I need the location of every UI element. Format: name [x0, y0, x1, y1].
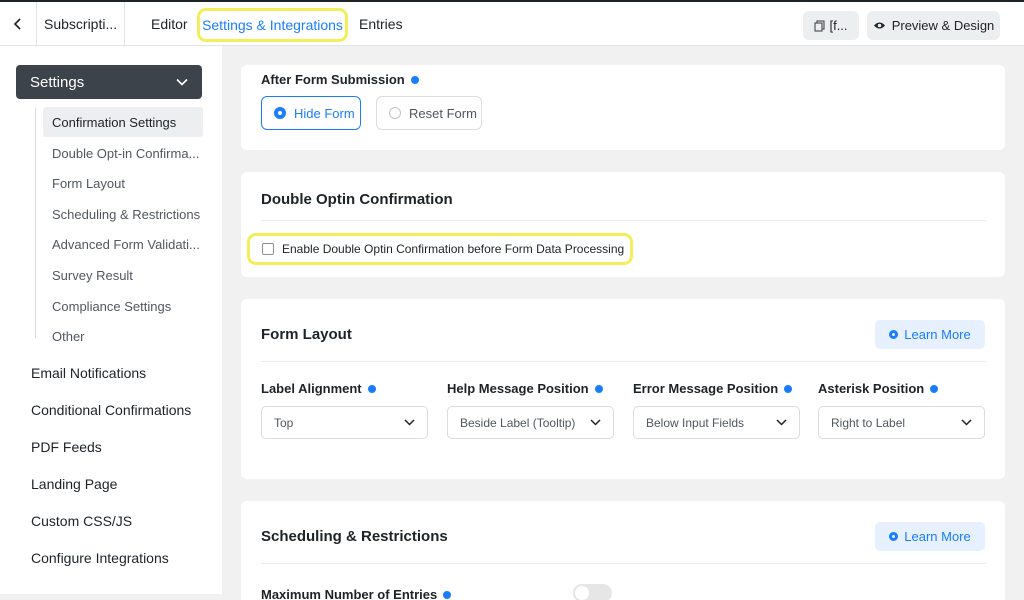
preview-label: Preview & Design: [891, 18, 995, 33]
copy-icon: [814, 19, 826, 32]
learn-more-label: Learn More: [904, 327, 971, 342]
info-icon[interactable]: [594, 384, 603, 393]
play-icon: [889, 330, 899, 339]
max-entries-label-row: Maximum Number of Entries: [261, 587, 452, 600]
top-bar: Subscripti... Editor Settings & Integrat…: [0, 0, 1024, 46]
tab-editor[interactable]: Editor: [151, 16, 188, 32]
help-message-select[interactable]: Beside Label (Tooltip): [447, 406, 614, 439]
double-optin-card: Double Optin Confirmation Enable Double …: [241, 172, 1005, 277]
error-message-label: Error Message Position: [633, 381, 779, 396]
divider: [124, 2, 125, 46]
info-icon[interactable]: [367, 384, 376, 393]
settings-sidebar: Settings Confirmation Settings Double Op…: [0, 46, 222, 594]
info-icon[interactable]: [410, 75, 419, 84]
tab-settings-integrations[interactable]: Settings & Integrations: [197, 8, 348, 42]
error-message-select[interactable]: Below Input Fields: [633, 406, 800, 439]
eye-icon: [873, 22, 885, 29]
sidebar-item-form-layout[interactable]: Form Layout: [43, 168, 203, 198]
sidebar-settings-label: Settings: [30, 73, 85, 91]
after-submission-label: After Form Submission: [261, 72, 405, 87]
double-optin-checkbox-label: Enable Double Optin Confirmation before …: [282, 242, 625, 256]
asterisk-position-select[interactable]: Right to Label: [818, 406, 985, 439]
sidebar-item-survey-result[interactable]: Survey Result: [43, 260, 203, 290]
hide-form-radio[interactable]: Hide Form: [261, 96, 361, 130]
tab-entries[interactable]: Entries: [359, 16, 403, 32]
scheduling-card: Scheduling & Restrictions Learn More Max…: [241, 501, 1005, 600]
chevron-down-icon: [404, 419, 415, 426]
toggle-knob: [575, 586, 589, 600]
shortcode-label: [f...: [829, 18, 848, 33]
info-icon[interactable]: [784, 384, 793, 393]
double-optin-title: Double Optin Confirmation: [261, 191, 453, 208]
sidebar-item-advanced-validation[interactable]: Advanced Form Validati...: [43, 229, 203, 259]
after-submission-label-row: After Form Submission: [261, 72, 419, 87]
form-layout-title: Form Layout: [261, 326, 352, 343]
form-layout-card: Form Layout Learn More Label Alignment T…: [241, 299, 1005, 479]
asterisk-position-label-row: Asterisk Position: [818, 381, 939, 396]
chevron-down-icon: [776, 419, 787, 426]
double-optin-checkbox-row[interactable]: Enable Double Optin Confirmation before …: [247, 233, 633, 265]
learn-more-label: Learn More: [904, 529, 971, 544]
reset-form-label: Reset Form: [409, 105, 477, 121]
chevron-down-icon: [590, 419, 601, 426]
shortcode-button[interactable]: [f...: [803, 11, 859, 40]
preview-design-button[interactable]: Preview & Design: [867, 11, 1000, 40]
sidebar-item-custom-css-js[interactable]: Custom CSS/JS: [31, 513, 132, 529]
reset-form-radio[interactable]: Reset Form: [376, 96, 482, 130]
asterisk-position-label: Asterisk Position: [818, 381, 925, 396]
error-message-label-row: Error Message Position: [633, 381, 793, 396]
learn-more-button[interactable]: Learn More: [875, 522, 985, 551]
sidebar-settings-toggle[interactable]: Settings: [16, 65, 202, 99]
double-optin-checkbox[interactable]: [262, 243, 274, 255]
sidebar-item-other[interactable]: Other: [43, 321, 203, 351]
sidebar-item-compliance[interactable]: Compliance Settings: [43, 291, 203, 321]
back-button[interactable]: [0, 2, 37, 46]
divider: [261, 220, 986, 221]
sidebar-item-pdf-feeds[interactable]: PDF Feeds: [31, 439, 102, 455]
tree-line: [35, 108, 36, 338]
info-icon[interactable]: [930, 384, 939, 393]
play-icon: [889, 532, 899, 541]
form-title: Subscripti...: [44, 16, 118, 32]
help-message-label-row: Help Message Position: [447, 381, 603, 396]
chevron-down-icon: [176, 78, 188, 86]
label-alignment-label-row: Label Alignment: [261, 381, 376, 396]
chevron-down-icon: [961, 419, 972, 426]
divider: [261, 361, 986, 362]
sidebar-item-email-notifications[interactable]: Email Notifications: [31, 365, 146, 381]
label-alignment-value: Top: [274, 415, 294, 430]
chevron-left-icon: [13, 18, 21, 30]
sidebar-item-configure-integrations[interactable]: Configure Integrations: [31, 550, 169, 566]
sidebar-item-landing-page[interactable]: Landing Page: [31, 476, 117, 492]
error-message-value: Below Input Fields: [646, 415, 745, 430]
sidebar-item-double-optin[interactable]: Double Opt-in Confirma...: [43, 138, 203, 168]
scheduling-title: Scheduling & Restrictions: [261, 528, 448, 545]
label-alignment-label: Label Alignment: [261, 381, 362, 396]
max-entries-toggle[interactable]: [573, 584, 612, 600]
radio-selected-icon: [274, 107, 286, 119]
info-icon[interactable]: [443, 590, 452, 599]
sidebar-item-scheduling[interactable]: Scheduling & Restrictions: [43, 199, 203, 229]
divider: [261, 563, 986, 564]
hide-form-label: Hide Form: [294, 105, 355, 121]
help-message-value: Beside Label (Tooltip): [460, 415, 576, 430]
after-submission-card: After Form Submission Hide Form Reset Fo…: [241, 65, 1005, 150]
help-message-label: Help Message Position: [447, 381, 589, 396]
learn-more-button[interactable]: Learn More: [875, 320, 985, 349]
asterisk-position-value: Right to Label: [831, 415, 906, 430]
sidebar-item-conditional-confirmations[interactable]: Conditional Confirmations: [31, 402, 191, 418]
radio-unselected-icon: [389, 107, 401, 119]
label-alignment-select[interactable]: Top: [261, 406, 428, 439]
sidebar-item-confirmation-settings[interactable]: Confirmation Settings: [43, 107, 203, 137]
max-entries-label: Maximum Number of Entries: [261, 587, 438, 600]
